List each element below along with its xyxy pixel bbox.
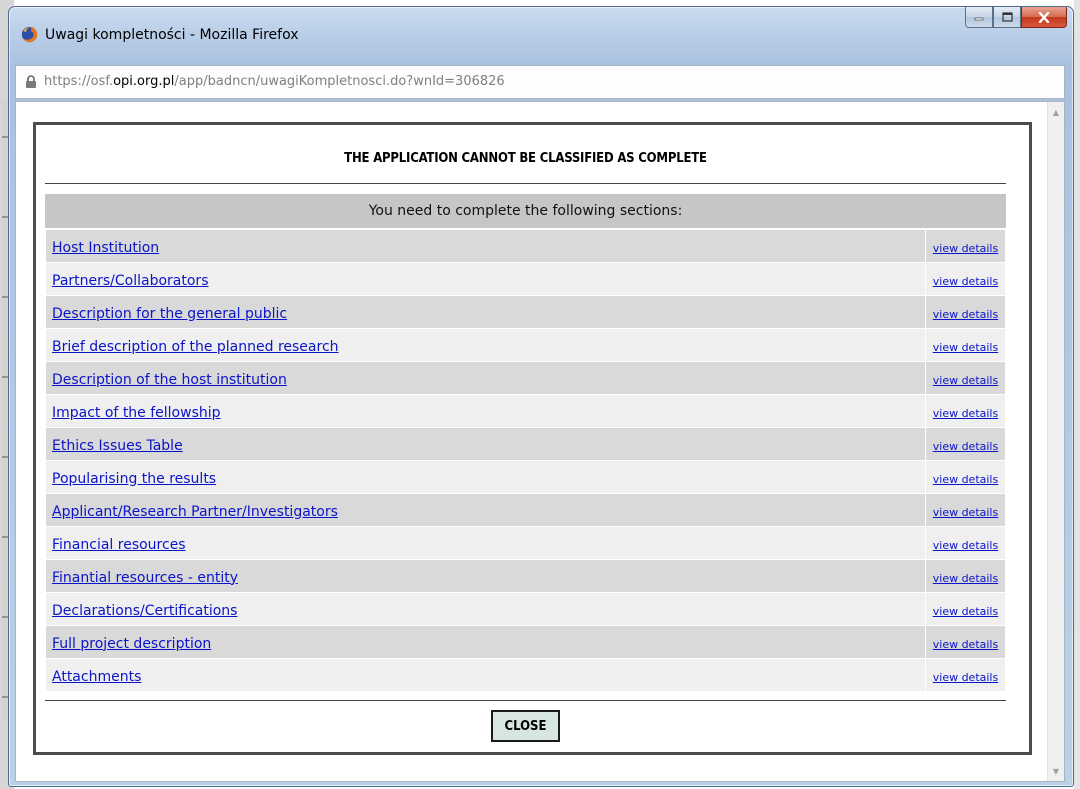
view-details-link[interactable]: view details <box>933 572 998 585</box>
lock-icon <box>26 75 36 88</box>
browser-window: Uwagi kompletności - Mozilla Firefox htt… <box>8 6 1074 787</box>
section-name-cell: Popularising the results <box>45 460 926 494</box>
section-row: Host Institution view details <box>45 229 1006 263</box>
section-name-cell: Description of the host institution <box>45 361 926 395</box>
firefox-icon <box>21 26 38 43</box>
section-row: Full project description view details <box>45 625 1006 659</box>
view-details-link[interactable]: view details <box>933 506 998 519</box>
title-bar[interactable]: Uwagi kompletności - Mozilla Firefox <box>9 7 1073 63</box>
section-name-cell: Full project description <box>45 625 926 659</box>
section-link[interactable]: Popularising the results <box>52 471 216 487</box>
details-cell: view details <box>925 526 1006 560</box>
url-text: https://osf.opi.org.pl/app/badncn/uwagiK… <box>44 74 505 89</box>
view-details-link[interactable]: view details <box>933 473 998 486</box>
section-name-cell: Financial resources <box>45 526 926 560</box>
minimize-icon <box>974 17 984 21</box>
section-link[interactable]: Description for the general public <box>52 306 287 322</box>
section-row: Applicant/Research Partner/Investigators… <box>45 493 1006 527</box>
view-details-link[interactable]: view details <box>933 671 998 684</box>
details-cell: view details <box>925 625 1006 659</box>
section-link[interactable]: Financial resources <box>52 537 186 553</box>
section-name-cell: Partners/Collaborators <box>45 262 926 296</box>
view-details-link[interactable]: view details <box>933 308 998 321</box>
section-link[interactable]: Host Institution <box>52 240 159 256</box>
details-cell: view details <box>925 229 1006 263</box>
section-link[interactable]: Impact of the fellowship <box>52 405 221 421</box>
sections-subheading: You need to complete the following secti… <box>45 194 1006 228</box>
minimize-button[interactable] <box>965 7 993 28</box>
section-row: Description of the host institution view … <box>45 361 1006 395</box>
dialog-content: THE APPLICATION CANNOT BE CLASSIFIED AS … <box>45 134 1006 751</box>
completeness-dialog: THE APPLICATION CANNOT BE CLASSIFIED AS … <box>33 122 1032 755</box>
details-cell: view details <box>925 361 1006 395</box>
section-name-cell: Applicant/Research Partner/Investigators <box>45 493 926 527</box>
section-row: Declarations/Certifications view details <box>45 592 1006 626</box>
details-cell: view details <box>925 460 1006 494</box>
section-name-cell: Impact of the fellowship <box>45 394 926 428</box>
details-cell: view details <box>925 592 1006 626</box>
vertical-scrollbar[interactable]: ▲ ▼ <box>1047 102 1064 781</box>
view-details-link[interactable]: view details <box>933 539 998 552</box>
section-name-cell: Finantial resources - entity <box>45 559 926 593</box>
window-title: Uwagi kompletności - Mozilla Firefox <box>45 27 299 43</box>
section-link[interactable]: Applicant/Research Partner/Investigators <box>52 504 338 520</box>
view-details-link[interactable]: view details <box>933 440 998 453</box>
section-row: Impact of the fellowship view details <box>45 394 1006 428</box>
section-name-cell: Brief description of the planned researc… <box>45 328 926 362</box>
section-link[interactable]: Partners/Collaborators <box>52 273 208 289</box>
background-page-edge <box>1074 0 1080 789</box>
url-prefix: https://osf. <box>44 74 114 89</box>
details-cell: view details <box>925 328 1006 362</box>
details-cell: view details <box>925 559 1006 593</box>
section-row: Ethics Issues Table view details <box>45 427 1006 461</box>
section-name-cell: Host Institution <box>45 229 926 263</box>
window-controls <box>965 7 1067 29</box>
details-cell: view details <box>925 658 1006 692</box>
page-viewport: THE APPLICATION CANNOT BE CLASSIFIED AS … <box>15 101 1065 782</box>
section-link[interactable]: Description of the host institution <box>52 372 287 388</box>
view-details-link[interactable]: view details <box>933 638 998 651</box>
close-button[interactable]: CLOSE <box>490 710 561 742</box>
view-details-link[interactable]: view details <box>933 374 998 387</box>
section-link[interactable]: Attachments <box>52 669 141 685</box>
view-details-link[interactable]: view details <box>933 242 998 255</box>
maximize-icon <box>1001 12 1013 22</box>
details-cell: view details <box>925 493 1006 527</box>
sections-table: Host Institution view details Partners/Col… <box>45 229 1006 692</box>
url-domain: opi.org.pl <box>113 74 175 89</box>
section-row: Financial resources view details <box>45 526 1006 560</box>
view-details-link[interactable]: view details <box>933 605 998 618</box>
dialog-footer: CLOSE <box>45 701 1006 751</box>
scroll-up-arrow-icon[interactable]: ▲ <box>1048 104 1064 120</box>
maximize-button[interactable] <box>993 7 1021 28</box>
view-details-link[interactable]: view details <box>933 275 998 288</box>
section-row: Finantial resources - entity view details <box>45 559 1006 593</box>
details-cell: view details <box>925 262 1006 296</box>
section-row: Partners/Collaborators view details <box>45 262 1006 296</box>
section-link[interactable]: Declarations/Certifications <box>52 603 237 619</box>
section-link[interactable]: Finantial resources - entity <box>52 570 238 586</box>
section-link[interactable]: Full project description <box>52 636 211 652</box>
section-row: Popularising the results view details <box>45 460 1006 494</box>
details-cell: view details <box>925 394 1006 428</box>
details-cell: view details <box>925 295 1006 329</box>
details-cell: view details <box>925 427 1006 461</box>
section-name-cell: Attachments <box>45 658 926 692</box>
section-link[interactable]: Brief description of the planned researc… <box>52 339 339 355</box>
url-path: /app/badncn/uwagiKompletnosci.do?wnId=30… <box>174 74 505 89</box>
section-row: Attachments view details <box>45 658 1006 692</box>
view-details-link[interactable]: view details <box>933 407 998 420</box>
section-row: Description for the general public view d… <box>45 295 1006 329</box>
address-bar[interactable]: https://osf.opi.org.pl/app/badncn/uwagiK… <box>15 65 1065 99</box>
section-name-cell: Declarations/Certifications <box>45 592 926 626</box>
dialog-heading: THE APPLICATION CANNOT BE CLASSIFIED AS … <box>45 134 1006 184</box>
close-window-button[interactable] <box>1021 7 1067 28</box>
close-icon <box>1038 11 1050 23</box>
section-name-cell: Description for the general public <box>45 295 926 329</box>
section-name-cell: Ethics Issues Table <box>45 427 926 461</box>
section-link[interactable]: Ethics Issues Table <box>52 438 183 454</box>
view-details-link[interactable]: view details <box>933 341 998 354</box>
scroll-down-arrow-icon[interactable]: ▼ <box>1048 763 1064 779</box>
section-row: Brief description of the planned researc… <box>45 328 1006 362</box>
